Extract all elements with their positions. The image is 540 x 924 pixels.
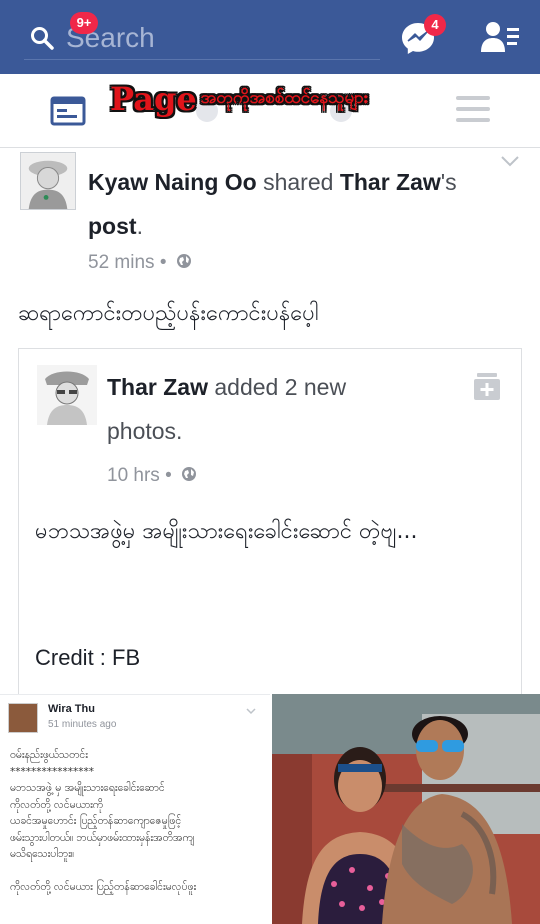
screenshot-time: 51 minutes ago <box>48 719 117 730</box>
menu-icon[interactable] <box>456 96 490 122</box>
screenshot-avatar <box>8 703 38 733</box>
globe-icon <box>176 254 191 268</box>
shared-photo-screenshot[interactable]: Wira Thu 51 minutes ago ဝမ်းနည်းဖွယ်သတင်… <box>0 694 270 924</box>
overlay-caption-burmese: အတုကိုအစစ်ထင်နေသူများ <box>200 87 369 108</box>
credit-text: Credit : FB <box>35 645 141 670</box>
screenshot-line: **************** <box>10 765 94 778</box>
couple-photo[interactable] <box>272 694 540 924</box>
source-suffix: 's <box>440 169 457 195</box>
screenshot-line <box>10 863 264 879</box>
globe-icon <box>182 467 197 481</box>
shared-post-meta: 10 hrs • <box>107 465 197 487</box>
screenshot-line: ယခင်အမှုဟောင်း ပြည့်တန်ဆာကျောဇေမှုဖြင့် <box>10 815 182 827</box>
screenshot-text: ဝမ်းနည်းဖွယ်သတင်း **************** မဘသအဖ… <box>10 747 264 895</box>
post-link[interactable]: post <box>88 213 137 239</box>
news-feed-badge: 9+ <box>70 12 98 34</box>
overlay-caption-word: Page <box>110 80 197 118</box>
post-header: Kyaw Naing Oo shared Thar Zaw's post. <box>88 160 488 248</box>
shared-author-name[interactable]: Thar Zaw <box>107 374 208 400</box>
shared-post-text: မဘသအဖွဲ့မှ အမျိုးသားရေးခေါင်းဆောင် တဲ့ဗျ… <box>35 519 418 544</box>
shared-photos[interactable]: Wira Thu 51 minutes ago ဝမ်းနည်းဖွယ်သတင်… <box>0 694 540 924</box>
post-meta: 52 mins • <box>88 252 192 274</box>
screenshot-line: မဘသအဖွဲ့ မှ အမျိုးသားရေးခေါင်းဆောင် <box>10 782 165 794</box>
post-period: . <box>136 213 143 239</box>
post-time[interactable]: 52 mins <box>88 252 155 273</box>
author-name[interactable]: Kyaw Naing Oo <box>88 169 257 195</box>
post-action: shared <box>256 169 340 195</box>
screenshot-line: ကိုလတ်တို့ လင်မယားကို <box>10 798 104 811</box>
screenshot-line: ဝမ်းနည်းဖွယ်သတင်း <box>10 749 88 761</box>
friend-requests-icon[interactable] <box>480 20 520 56</box>
screenshot-author: Wira Thu <box>48 703 95 715</box>
screenshot-line: ဖမ်းသွားပါတယ်။ ဘယ်မှာဖမ်းထားမှန်းအတိအကျ <box>10 831 195 844</box>
source-name[interactable]: Thar Zaw <box>340 169 441 195</box>
shared-author-avatar[interactable] <box>37 365 97 425</box>
screenshot-line: ကိုလတ်တို့ လင်မယား ပြည့်တန်ဆာခေါင်းမလုပ်… <box>10 880 197 893</box>
post-text: ဆရာကောင်းတပည့်ပန်းကောင်းပန်ပေ့ါ <box>18 301 319 326</box>
meta-dot: • <box>159 252 167 273</box>
messages-badge: 4 <box>424 14 446 36</box>
news-feed-icon[interactable] <box>50 94 86 126</box>
overlay-caption: Page အတုကိုအစစ်ထင်နေသူများ <box>110 80 368 132</box>
shared-post-header: Thar Zaw added 2 new photos. <box>107 365 407 453</box>
chevron-down-icon <box>246 708 256 715</box>
chevron-down-icon[interactable] <box>500 154 520 168</box>
save-icon[interactable] <box>473 371 501 401</box>
shared-meta-dot: • <box>165 465 172 486</box>
avatar[interactable] <box>20 152 76 210</box>
shared-post-time[interactable]: 10 hrs <box>107 465 160 486</box>
screenshot-line: မသိရသေးပါဘူး။ <box>10 848 75 860</box>
search-icon <box>31 27 54 50</box>
